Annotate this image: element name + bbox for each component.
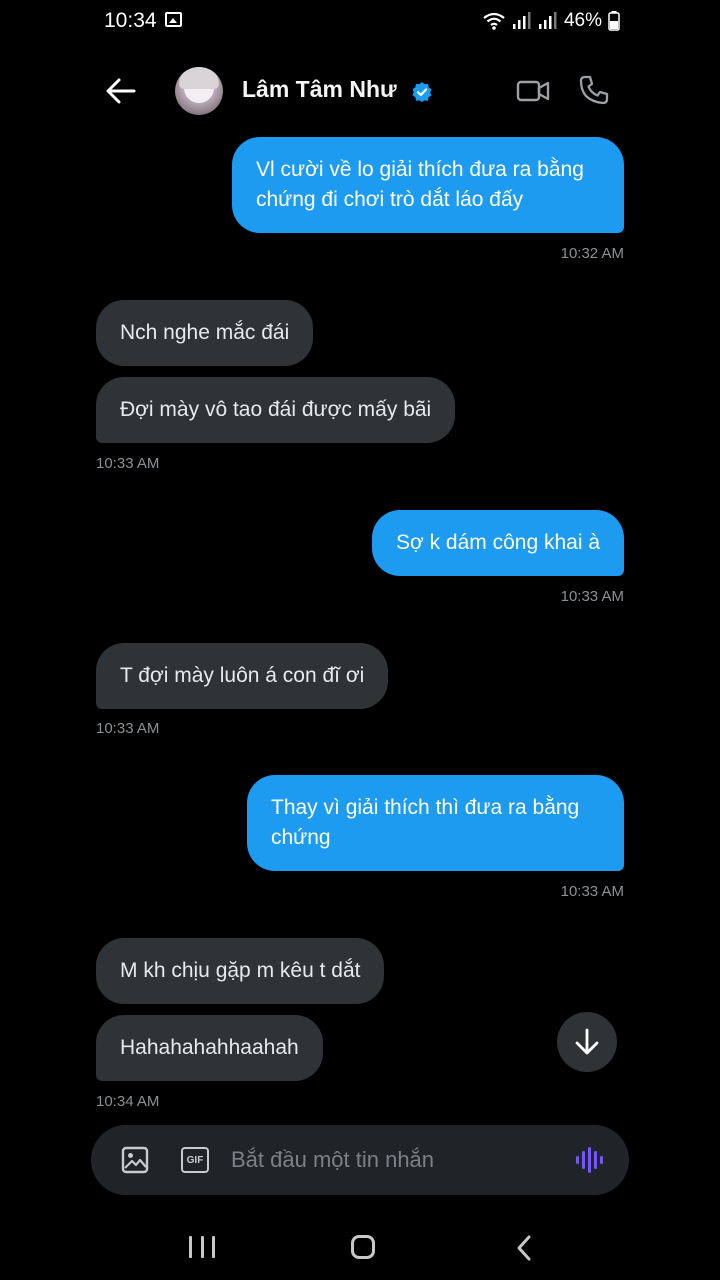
status-indicators: 46% bbox=[482, 10, 620, 32]
message-timestamp: 10:32 AM bbox=[560, 245, 624, 262]
arrow-down-icon bbox=[575, 1028, 599, 1055]
message-bubble-incoming[interactable]: Hahahahahhaahah bbox=[96, 1015, 323, 1081]
battery-percent: 46% bbox=[563, 10, 602, 31]
chevron-left-icon bbox=[517, 1235, 531, 1261]
home-button[interactable] bbox=[351, 1235, 375, 1259]
gif-button[interactable]: GIF bbox=[181, 1147, 209, 1173]
status-time: 10:34 bbox=[104, 9, 157, 32]
message-timestamp: 10:33 AM bbox=[96, 720, 160, 737]
video-camera-icon bbox=[516, 80, 550, 102]
voice-message-button[interactable] bbox=[575, 1145, 605, 1175]
recent-apps-icon bbox=[189, 1236, 192, 1258]
system-back-button[interactable] bbox=[514, 1234, 534, 1262]
signal-icon-sim1 bbox=[512, 12, 531, 29]
message-bubble-outgoing[interactable]: Thay vì giải thích thì đưa ra bằng chứng bbox=[247, 775, 624, 871]
image-icon bbox=[121, 1146, 149, 1174]
arrow-left-icon bbox=[106, 78, 136, 104]
status-bar: 10:34 46% bbox=[0, 0, 720, 44]
message-bubble-outgoing[interactable]: Sợ k dám công khai à bbox=[371, 510, 624, 576]
message-bubble-outgoing[interactable]: Vl cười về lo giải thích đưa ra bằng chứ… bbox=[232, 137, 624, 233]
message-bubble-incoming[interactable]: Nch nghe mắc đái bbox=[96, 300, 314, 366]
message-timestamp: 10:33 AM bbox=[560, 883, 624, 900]
avatar[interactable] bbox=[175, 67, 223, 115]
contact-name[interactable]: Lâm Tâm Như bbox=[242, 76, 397, 103]
message-list[interactable]: Vl cười về lo giải thích đưa ra bằng chứ… bbox=[0, 125, 720, 1115]
back-button[interactable] bbox=[104, 74, 138, 108]
phone-icon bbox=[579, 75, 609, 105]
video-call-button[interactable] bbox=[516, 76, 550, 106]
message-timestamp: 10:33 AM bbox=[560, 588, 624, 605]
recent-apps-button[interactable] bbox=[189, 1236, 215, 1258]
system-navigation-bar bbox=[0, 1210, 720, 1280]
verified-badge-icon bbox=[412, 82, 432, 102]
message-composer: GIF bbox=[91, 1125, 629, 1195]
message-bubble-incoming[interactable]: T đợi mày luôn á con đĩ ơi bbox=[96, 643, 389, 709]
battery-icon bbox=[608, 11, 620, 31]
message-bubble-incoming[interactable]: M kh chịu gặp m kêu t dắt bbox=[96, 938, 385, 1004]
image-notification-icon bbox=[165, 12, 182, 27]
voice-call-button[interactable] bbox=[578, 74, 610, 106]
message-input[interactable] bbox=[231, 1145, 551, 1175]
add-image-button[interactable] bbox=[121, 1146, 149, 1174]
signal-icon-sim2 bbox=[538, 12, 557, 29]
conversation-header: Lâm Tâm Như bbox=[0, 60, 720, 122]
voice-waveform-icon bbox=[576, 1147, 603, 1173]
message-timestamp: 10:33 AM bbox=[96, 455, 160, 472]
scroll-to-bottom-button[interactable] bbox=[557, 1012, 617, 1072]
wifi-icon bbox=[483, 12, 505, 30]
message-timestamp: 10:34 AM bbox=[96, 1093, 160, 1110]
message-bubble-incoming[interactable]: Đợi mày vô tao đái được mấy bãi bbox=[96, 377, 456, 443]
